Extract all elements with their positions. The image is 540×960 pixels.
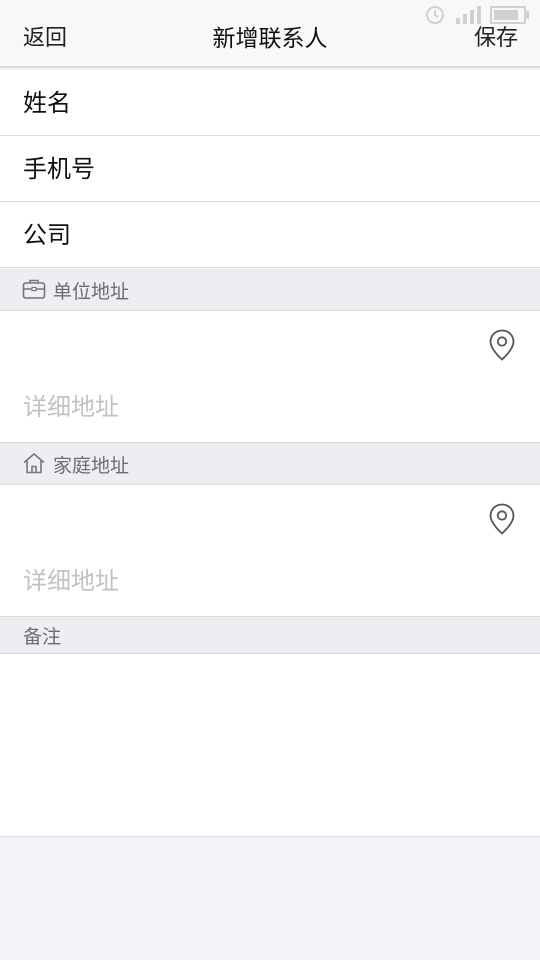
phone-row xyxy=(0,136,540,202)
location-pin-icon[interactable] xyxy=(488,503,516,535)
name-row xyxy=(0,70,540,136)
notes-label: 备注 xyxy=(23,626,62,648)
company-row xyxy=(0,202,540,268)
work-address-label: 单位地址 xyxy=(53,281,130,303)
home-address-header: 家庭地址 xyxy=(0,443,540,485)
location-pin-icon[interactable] xyxy=(488,329,516,361)
home-address-block xyxy=(0,485,540,617)
page-title: 新增联系人 xyxy=(212,26,328,52)
name-input[interactable] xyxy=(23,70,513,136)
briefcase-icon xyxy=(22,279,46,299)
home-icon xyxy=(23,453,45,474)
notes-area xyxy=(0,654,540,837)
nav-bar: 返回 新增联系人 保存 xyxy=(0,0,540,68)
save-button[interactable]: 保存 xyxy=(474,20,518,52)
phone-input[interactable] xyxy=(23,136,513,202)
notes-header: 备注 xyxy=(0,617,540,654)
home-address-label: 家庭地址 xyxy=(53,455,130,477)
work-address-header: 单位地址 xyxy=(0,269,540,311)
work-address-detail-input[interactable] xyxy=(23,385,513,429)
notes-textarea[interactable] xyxy=(0,654,540,836)
company-input[interactable] xyxy=(23,202,513,268)
work-address-block xyxy=(0,311,540,443)
home-address-detail-input[interactable] xyxy=(23,559,513,603)
